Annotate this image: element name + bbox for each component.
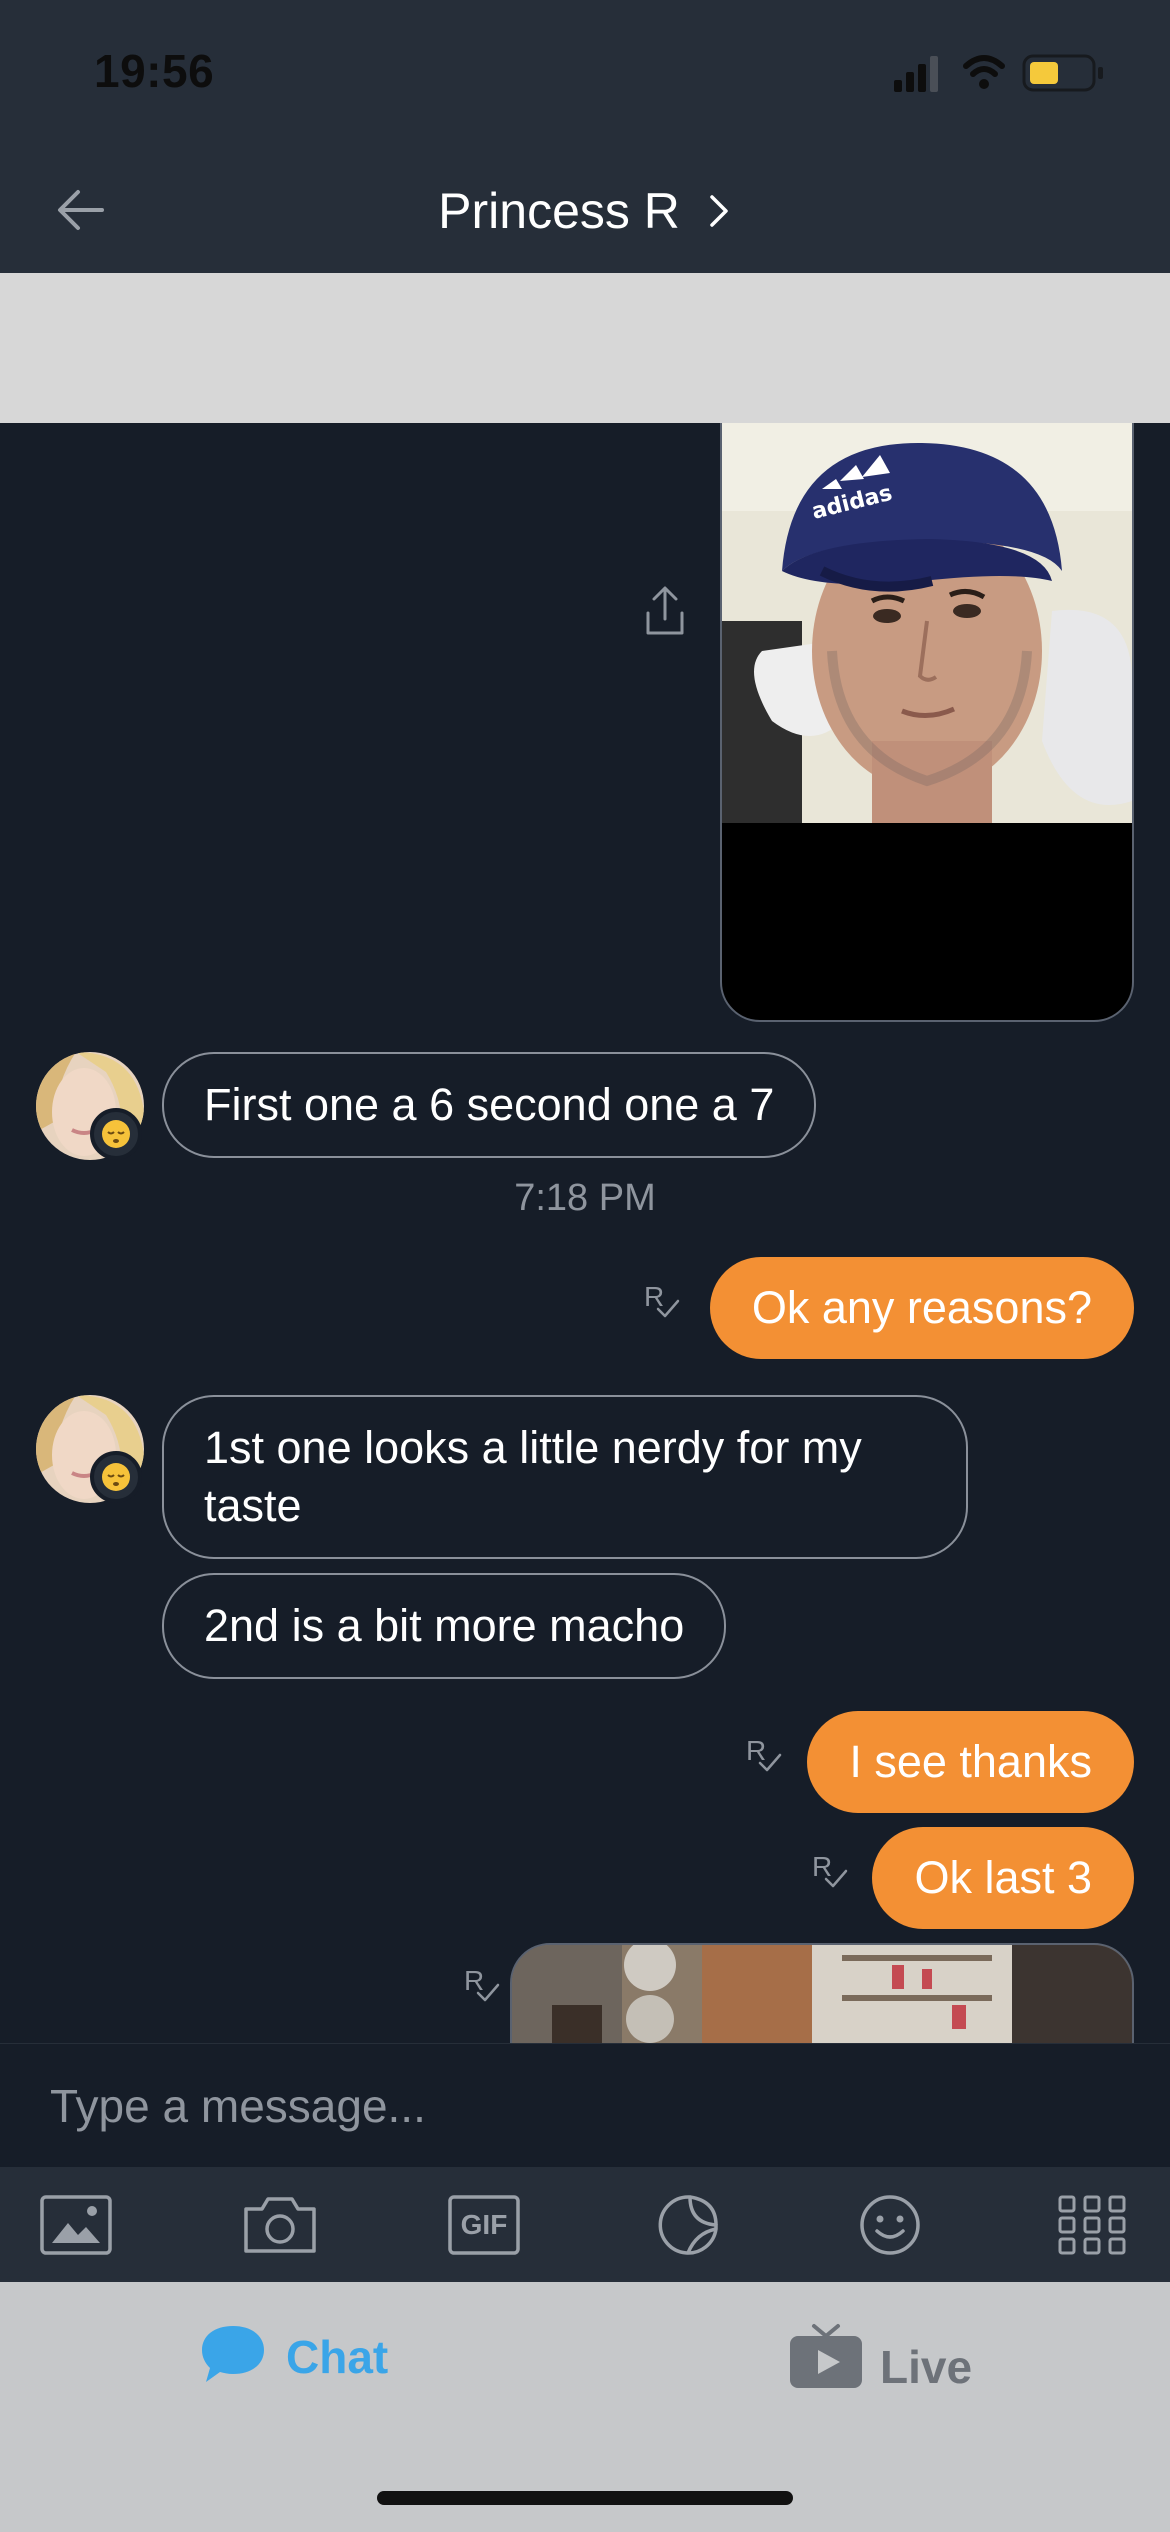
conversation-title[interactable]: Princess R bbox=[0, 178, 1170, 240]
message-input[interactable] bbox=[50, 2074, 1120, 2138]
read-receipt-icon: R bbox=[812, 1851, 852, 1895]
read-receipt-icon: R bbox=[746, 1735, 786, 1779]
tab-chat[interactable]: Chat bbox=[200, 2322, 400, 2402]
tab-spacer bbox=[188, 2282, 189, 2283]
tab-live-label: Live bbox=[880, 2341, 973, 2393]
chat-area[interactable]: adidas First one a 6 second one a 7 7:18… bbox=[0, 423, 1170, 2043]
tv-play-icon bbox=[790, 2324, 862, 2388]
message-timestamp: 7:18 PM bbox=[514, 1177, 656, 1219]
status-time: 19:56 bbox=[94, 45, 215, 97]
sticker-icon[interactable] bbox=[650, 2193, 726, 2257]
sent-photo bbox=[512, 1945, 1132, 2043]
incoming-message[interactable]: First one a 6 second one a 7 bbox=[162, 1052, 817, 1158]
home-indicator bbox=[377, 2491, 793, 2505]
banner-placeholder bbox=[0, 273, 1170, 423]
outgoing-message[interactable]: Ok any reasons? bbox=[709, 1257, 1134, 1359]
mood-emoji-icon bbox=[90, 1451, 142, 1503]
read-receipt-icon: R bbox=[644, 1281, 684, 1325]
chevron-right-icon bbox=[710, 195, 728, 227]
camera-icon[interactable] bbox=[242, 2193, 318, 2257]
more-apps-icon[interactable] bbox=[1054, 2193, 1130, 2257]
sent-photo: adidas bbox=[722, 423, 1132, 823]
sent-photo-message[interactable]: adidas bbox=[720, 423, 1134, 1022]
read-receipt-icon: R bbox=[464, 1965, 504, 2009]
contact-name: Princess R bbox=[438, 182, 680, 239]
message-composer bbox=[0, 2043, 1170, 2167]
share-icon[interactable] bbox=[640, 583, 690, 639]
incoming-message[interactable]: 2nd is a bit more macho bbox=[162, 1573, 727, 1679]
tab-live[interactable]: Live bbox=[788, 2322, 998, 2402]
emoji-icon[interactable] bbox=[852, 2193, 928, 2257]
status-icons bbox=[894, 52, 1114, 96]
composer-toolbar: GIF bbox=[0, 2167, 1170, 2282]
chat-bubble-icon bbox=[202, 2326, 264, 2382]
outgoing-message[interactable]: I see thanks bbox=[807, 1711, 1134, 1813]
gallery-icon[interactable] bbox=[38, 2193, 114, 2257]
nav-bar: Princess R bbox=[0, 140, 1170, 273]
tab-chat-label: Chat bbox=[286, 2331, 389, 2383]
wifi-icon bbox=[963, 55, 1005, 89]
mood-emoji-icon bbox=[90, 1108, 142, 1160]
signal-icon bbox=[894, 56, 938, 92]
gif-label: GIF bbox=[460, 2209, 508, 2240]
outgoing-message[interactable]: Ok last 3 bbox=[872, 1827, 1134, 1929]
battery-icon bbox=[1022, 54, 1103, 92]
sent-photo-message[interactable] bbox=[510, 1943, 1134, 2043]
gif-icon[interactable]: GIF bbox=[446, 2193, 522, 2257]
status-bar: 19:56 bbox=[0, 0, 1170, 140]
incoming-message[interactable]: 1st one looks a little nerdy for my tast… bbox=[162, 1395, 968, 1559]
